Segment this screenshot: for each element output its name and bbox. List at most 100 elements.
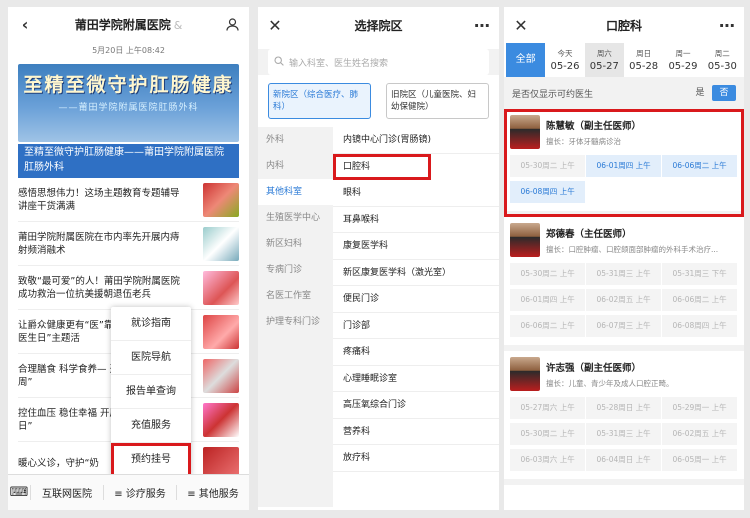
more-icon[interactable]: ⋯ [473,16,491,35]
banner-title: 至精至微守护肛肠健康 [23,74,234,96]
banner-caption[interactable]: 至精至微守护肛肠健康——莆田学院附属医院肛肠外科 [18,144,239,178]
department-item[interactable]: 高压氧综合门诊 [333,392,499,419]
slot-full: 06-04周日 上午 [585,449,662,471]
date-option[interactable]: 周日 05-28 [624,43,663,77]
close-icon[interactable]: ✕ [266,16,284,35]
category-surgery[interactable]: 外科 [258,127,333,153]
search-icon [274,55,284,69]
department-item[interactable]: 眼科 [333,180,499,207]
menu-item-recharge[interactable]: 充值服务 [111,409,191,443]
slot-available[interactable]: 06-08周四 上午 [510,181,586,203]
doctor-card[interactable]: 陈慧敏（副主任医师） 擅长：牙体牙髓病诊治 05-30周二 上午 06-01周四… [504,109,744,217]
news-item[interactable]: 感悟思想伟力！这场主题教育专题辅导讲座干货满满 [18,178,239,222]
department-item[interactable]: 康复医学科 [333,233,499,260]
close-icon[interactable]: ✕ [512,16,530,35]
banner-image[interactable]: 至精至微守护肛肠健康 ——莆田学院附属医院肛肠外科 [18,64,239,142]
user-icon[interactable] [223,15,241,33]
tab-clinical-services[interactable]: ≡ 诊疗服务 [103,485,176,500]
department-item[interactable]: 便民门诊 [333,286,499,313]
slot-full: 05-27周六 上午 [510,397,586,419]
department-item-stomatology[interactable]: 口腔科 [333,153,431,180]
doctor-card[interactable]: 许志强（副主任医师） 擅长：儿童、青少年及成人口腔正畸。 05-27周六 上午 … [504,351,744,485]
back-icon[interactable]: ‹ [16,15,34,34]
doctor-info: 陈慧敏（副主任医师） 擅长：牙体牙髓病诊治 [510,115,738,149]
search-placeholder: 输入科室、医生姓名搜索 [289,58,389,69]
tab-internet-hospital[interactable]: 互联网医院 [30,485,103,500]
service-menu: 就诊指南 医院导航 报告单查询 充值服务 预约挂号 [111,307,191,477]
category-expert-studio[interactable]: 名医工作室 [258,283,333,309]
doctor-card[interactable]: 郑德春（主任医师） 擅长：口腔肿瘤、口腔颌面部肿瘤的外科手术治疗... 05-3… [504,217,744,351]
category-nursing[interactable]: 护理专科门诊 [258,309,333,335]
campus-old-button[interactable]: 旧院区（儿童医院、妇幼保健院） [386,83,489,119]
bottom-tabbar: ⌨ 互联网医院 ≡ 诊疗服务 ≡ 其他服务 [8,474,249,510]
slot-full: 06-06周二 上午 [510,315,586,337]
slot-available[interactable]: 06-01周四 上午 [585,155,662,177]
department-item[interactable]: 营养科 [333,419,499,445]
department-category-nav: 外科 内科 其他科室 生殖医学中心 新区妇科 专病门诊 名医工作室 护理专科门诊 [258,127,333,507]
tab-other-services-label: 其他服务 [198,489,239,500]
avatar [510,115,540,149]
news-title: 致敬“最可爱”的人！莆田学院附属医院成功救治一位抗美援朝退伍老兵 [18,275,180,300]
date-weekday: 周六 [596,49,612,58]
slot-list: 05-30周二 上午 05-31周三 上午 05-31周三 下午 06-01周四… [510,263,738,341]
banner-subtitle: ——莆田学院附属医院肛肠外科 [58,103,199,113]
category-internal[interactable]: 内科 [258,153,333,179]
department-list: 内镜中心门诊(胃肠镜) 口腔科 眼科 耳鼻喉科 康复医学科 新区康复医学科（激光… [333,127,499,507]
date-selector: 全部 今天 05-26 周六 05-27 周日 05-28 周一 05-29 周二 05-… [506,43,742,77]
search-input[interactable]: 输入科室、医生姓名搜索 [268,49,489,75]
slot-list: 05-27周六 上午 05-28周日 上午 05-29周一 上午 05-30周二… [510,397,738,475]
menu-item-report-query[interactable]: 报告单查询 [111,375,191,409]
slot-full: 05-30周二 上午 [510,155,586,177]
slot-list: 05-30周二 上午 06-01周四 上午 06-06周二 上午 06-08周四… [510,155,738,207]
page-title-wrap: 莆田学院附属医院 & [34,16,223,33]
keyboard-icon[interactable]: ⌨ [8,485,30,500]
department-item[interactable]: 放疗科 [333,445,499,472]
slot-full: 06-02周五 上午 [661,423,738,445]
date-all[interactable]: 全部 [506,43,546,77]
news-thumbnail [203,270,239,305]
menu-item-navigation[interactable]: 医院导航 [111,341,191,375]
category-special-clinic[interactable]: 专病门诊 [258,257,333,283]
news-thumbnail [203,182,239,217]
date-weekday: 周日 [636,49,652,58]
date-weekday: 今天 [557,49,573,58]
select-campus-screen: ✕ 选择院区 ⋯ 输入科室、医生姓名搜索 新院区（综合医疗、肺科） 旧院区（儿童… [258,7,499,510]
doctor-specialty: 擅长：牙体牙髓病诊治 [546,137,621,146]
news-thumbnail [203,402,239,437]
category-gynecology[interactable]: 新区妇科 [258,231,333,257]
news-thumbnail [203,358,239,393]
date-option[interactable]: 周六 05-27 [584,43,624,77]
slot-full: 06-03周六 上午 [510,449,586,471]
date-option[interactable]: 今天 05-26 [545,43,584,77]
department-item[interactable]: 门诊部 [333,313,499,339]
hospital-home-screen: ‹ 莆田学院附属医院 & 5月20日 上午08:42 至精至微守护肛肠健康 ——莆… [8,7,249,510]
top-nav: ✕ 口腔科 ⋯ [504,7,744,43]
news-item[interactable]: 致敬“最可爱”的人！莆田学院附属医院成功救治一位抗美援朝退伍老兵 [18,266,239,310]
filter-yes-button[interactable]: 是 [688,85,712,101]
department-item[interactable]: 疼痛科 [333,339,499,366]
news-item[interactable]: 莆田学院附属医院在市内率先开展内痔射频消融术 [18,222,239,266]
slot-full: 05-28周日 上午 [585,397,662,419]
doctor-info: 许志强（副主任医师） 擅长：儿童、青少年及成人口腔正畸。 [510,357,738,391]
campus-new-button[interactable]: 新院区（综合医疗、肺科） [268,83,371,119]
department-item[interactable]: 耳鼻喉科 [333,207,499,233]
news-thumbnail [203,226,239,261]
tab-other-services[interactable]: ≡ 其他服务 [176,485,249,500]
category-other[interactable]: 其他科室 [258,179,333,205]
department-item[interactable]: 心理睡眠诊室 [333,366,499,392]
doctor-text: 许志强（副主任医师） 擅长：儿童、青少年及成人口腔正畸。 [546,357,674,389]
slot-full: 06-07周三 上午 [585,315,662,337]
news-title: 莆田学院附属医院在市内率先开展内痔射频消融术 [18,231,180,256]
slot-full: 06-02周五 上午 [585,289,662,311]
menu-item-appointment[interactable]: 预约挂号 [111,443,191,477]
doctor-name: 陈慧敏（副主任医师） [546,121,642,132]
more-icon[interactable]: ⋯ [718,16,736,35]
department-item[interactable]: 新区康复医学科（激光室） [333,260,499,286]
filter-no-button[interactable]: 否 [712,85,736,101]
date-option[interactable]: 周一 05-29 [663,43,702,77]
department-item[interactable]: 内镜中心门诊(胃肠镜) [333,127,499,154]
date-option[interactable]: 周二 05-30 [703,43,742,77]
menu-item-guide[interactable]: 就诊指南 [111,307,191,341]
slot-available[interactable]: 06-06周二 上午 [661,155,738,177]
category-reproductive[interactable]: 生殖医学中心 [258,205,333,231]
